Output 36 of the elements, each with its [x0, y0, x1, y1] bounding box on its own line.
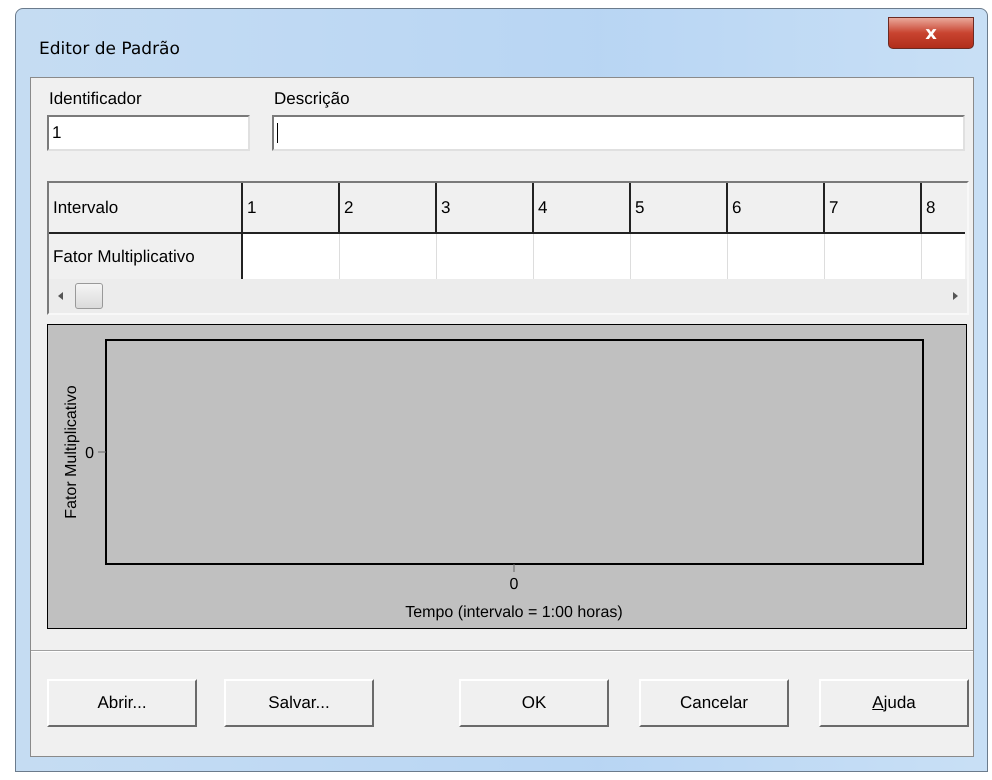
dialog-button[interactable]: Salvar... [224, 679, 374, 727]
input-field[interactable]: 1 [47, 115, 250, 151]
column-header: 3 [436, 183, 533, 233]
tick-label: 0 [85, 445, 94, 462]
column-header: 7 [824, 183, 921, 233]
dialog-button[interactable]: OK [459, 679, 609, 727]
field-label: Descrição [273, 89, 351, 109]
column-header: 5 [630, 183, 727, 233]
scroll-right-icon[interactable] [951, 291, 959, 301]
row-header: Intervalo [49, 183, 242, 233]
table-cell[interactable] [339, 233, 436, 279]
close-button[interactable]: x [888, 17, 974, 49]
table-cell[interactable] [533, 233, 630, 279]
dialog-button[interactable]: Cancelar [639, 679, 789, 727]
axis-label: Tempo (intervalo = 1:00 horas) [405, 604, 623, 621]
axis-label: Fator Multiplicativo [63, 385, 80, 519]
column-header: 1 [242, 183, 339, 233]
scrollbar[interactable] [49, 279, 967, 313]
column-header: 4 [533, 183, 630, 233]
scroll-thumb[interactable] [75, 283, 103, 309]
input-field[interactable] [272, 115, 965, 151]
tick-label: 0 [510, 576, 518, 593]
table-cell[interactable] [727, 233, 824, 279]
row-header: Fator Multiplicativo [49, 233, 242, 279]
table-cell[interactable] [824, 233, 921, 279]
table-cell[interactable] [630, 233, 727, 279]
table-cell[interactable] [436, 233, 533, 279]
column-header: 6 [727, 183, 824, 233]
window-title: Editor de Padrão [39, 39, 180, 59]
table-cell[interactable] [242, 233, 339, 279]
dialog-button[interactable]: Abrir... [47, 679, 197, 727]
scroll-left-icon[interactable] [57, 291, 65, 301]
field-label: Identificador [48, 89, 143, 109]
dialog-button[interactable]: Ajuda [819, 679, 969, 727]
column-header: 8 [921, 183, 965, 233]
column-header: 2 [339, 183, 436, 233]
